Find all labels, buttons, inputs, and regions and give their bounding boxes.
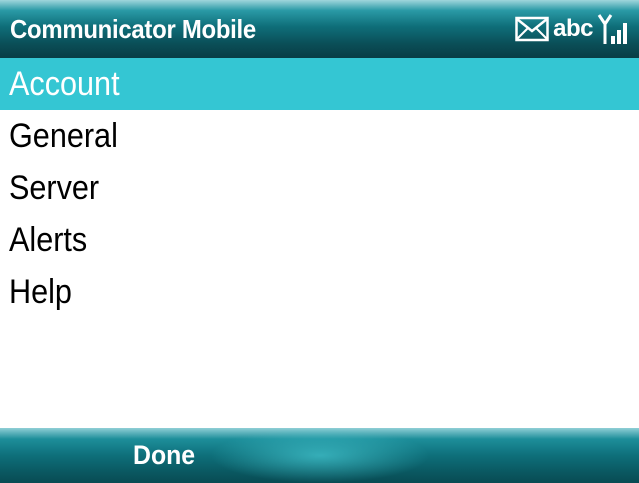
menu-item-server[interactable]: Server bbox=[0, 162, 639, 214]
menu-item-general[interactable]: General bbox=[0, 110, 639, 162]
input-mode-indicator: abc bbox=[553, 15, 593, 42]
signal-strength-icon bbox=[597, 12, 631, 46]
app-title: Communicator Mobile bbox=[10, 14, 256, 44]
softkey-bar: Done bbox=[0, 428, 639, 483]
menu-item-label: Alerts bbox=[9, 221, 88, 259]
done-softkey[interactable]: Done bbox=[133, 440, 195, 471]
envelope-icon[interactable] bbox=[515, 15, 549, 43]
menu-item-label: Help bbox=[9, 273, 72, 311]
softkey-center-glow bbox=[210, 428, 430, 483]
title-bar: Communicator Mobile abc bbox=[0, 0, 639, 58]
menu-item-label: Account bbox=[9, 65, 120, 103]
menu-item-help[interactable]: Help bbox=[0, 266, 639, 318]
menu-item-label: Server bbox=[9, 169, 100, 207]
status-area: abc bbox=[515, 10, 631, 48]
settings-menu: Account General Server Alerts Help bbox=[0, 58, 639, 318]
menu-item-account[interactable]: Account bbox=[0, 58, 639, 110]
menu-item-alerts[interactable]: Alerts bbox=[0, 214, 639, 266]
menu-item-label: General bbox=[9, 117, 118, 155]
